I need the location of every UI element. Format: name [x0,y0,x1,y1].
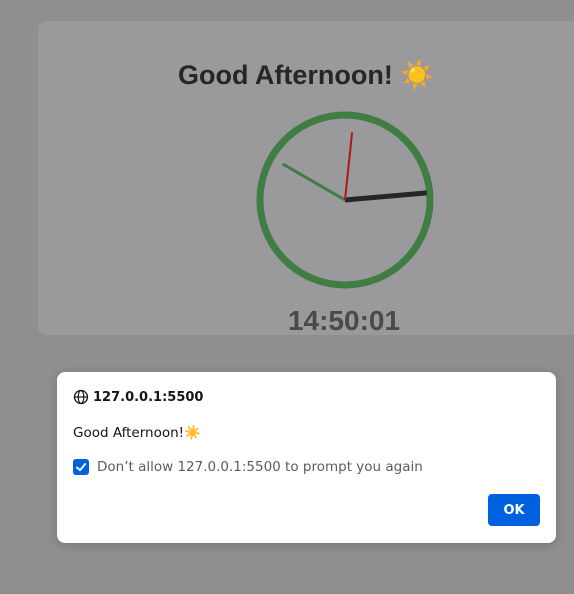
dialog-message: Good Afternoon!☀️ [73,425,201,441]
analog-clock [256,111,434,289]
globe-icon [73,389,89,405]
dont-allow-label: Don’t allow 127.0.0.1:5500 to prompt you… [97,459,423,475]
minute-hand [281,162,346,202]
hour-hand [344,190,427,203]
clock-card: Good Afternoon! ☀️ 14:50:01 [38,21,574,336]
second-hand [344,132,354,201]
greeting-heading: Good Afternoon! ☀️ [38,59,574,91]
digital-time: 14:50:01 [287,305,401,336]
sun-icon: ☀️ [400,60,435,90]
prompt-dialog: 127.0.0.1:5500 Good Afternoon!☀️ Don’t a… [57,372,556,543]
ok-button[interactable]: OK [488,494,540,526]
dont-allow-checkbox[interactable] [73,459,89,475]
sun-icon: ☀️ [184,425,201,441]
dialog-origin: 127.0.0.1:5500 [73,389,203,405]
checkmark-icon [76,463,87,472]
dialog-origin-text: 127.0.0.1:5500 [93,389,204,405]
dialog-message-text: Good Afternoon! [73,425,185,441]
dont-allow-checkbox-row[interactable]: Don’t allow 127.0.0.1:5500 to prompt you… [73,459,423,475]
greeting-text: Good Afternoon! [177,60,393,90]
